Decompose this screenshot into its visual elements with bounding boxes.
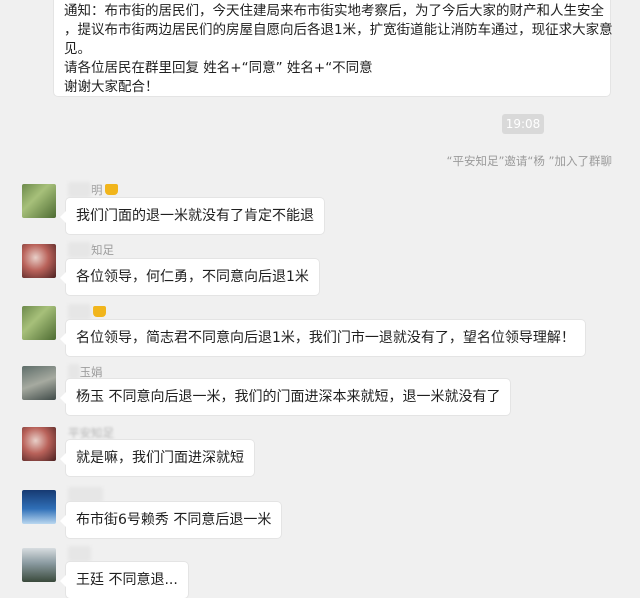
message-bubble[interactable]: 就是嘛，我们门面进深就短 [60,440,254,476]
group-owner-crown-icon [93,306,106,317]
group-owner-crown-icon [104,184,118,195]
avatar[interactable] [22,306,56,340]
sender-name: 用户 [68,304,106,320]
avatar[interactable] [22,548,56,582]
message-text: 各位领导，何仁勇，不同意向后退1米 [76,269,309,285]
sender-name: 用户 [68,546,91,562]
message-bubble[interactable]: 杨玉 不同意向后退一米，我们的门面进深本来就短，退一米就没有了 [60,379,511,415]
avatar[interactable] [22,427,56,461]
system-message: “平安知足”邀请“杨 ”加入了群聊 [446,154,613,168]
avatar[interactable] [22,184,56,218]
message-bubble[interactable]: 名位领导，简志君不同意向后退1米，我们门市一退就没有了，望名位领导理解！ [60,320,585,356]
sender-name: 平安知足 [68,426,114,440]
message-text: 名位领导，简志君不同意向后退1米，我们门市一退就没有了，望名位领导理解！ [76,330,575,346]
sender-name: 平安知足 [68,242,114,258]
avatar[interactable] [22,244,56,278]
message-text: 我们门面的退一米就没有了肯定不能退 [76,208,314,224]
message-bubble[interactable]: 我们门面的退一米就没有了肯定不能退 [60,198,324,234]
notice-line: ，提议布市街两边居民们的房屋自愿向后各退1米，扩宽街道能让消防车通过，现征求大家… [64,22,613,38]
notice-line: 见。 [64,41,91,57]
notice-message-bubble: 通知：布市街的居民们，今天住建局来布市街实地考察后，为了今后大家的财产和人生安全… [54,0,613,96]
sender-name: 用户明 [68,182,118,198]
notice-line: 请各位居民在群里回复 姓名+“同意” 姓名+“不同意 [64,60,373,76]
message-text: 就是嘛，我们门面进深就短 [76,450,244,466]
avatar[interactable] [22,490,56,524]
message-bubble[interactable]: 布市街6号赖秀 不同意后退一米 [60,502,282,538]
avatar[interactable] [22,366,56,400]
message-text: 杨玉 不同意向后退一米，我们的门面进深本来就短，退一米就没有了 [76,389,501,405]
notice-line: 谢谢大家配合！ [64,79,159,95]
sender-name: 杨玉娟 [68,364,103,380]
message-text: 布市街6号赖秀 不同意后退一米 [76,512,272,528]
message-bubble[interactable]: 各位领导，何仁勇，不同意向后退1米 [60,259,319,295]
sender-name: 用户名 [68,487,103,503]
message-text: 王廷 不同意退... [76,572,178,588]
notice-line: 通知：布市街的居民们，今天住建局来布市街实地考察后，为了今后大家的财产和人生安全 [64,3,604,19]
timestamp-badge: 19:08 [502,114,544,134]
